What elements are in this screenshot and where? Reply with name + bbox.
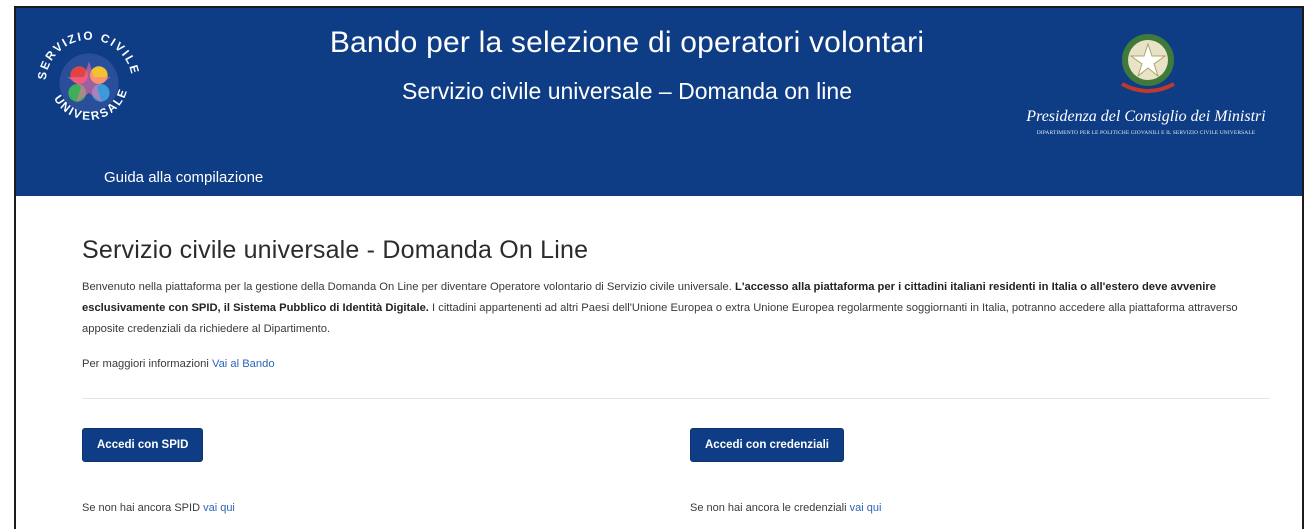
login-spid-button[interactable]: Accedi con SPID (82, 428, 204, 462)
government-department: DIPARTIMENTO PER LE POLITICHE GIOVANILI … (1036, 130, 1256, 136)
site-header: SERVIZIO CIVILE UNIVERSALE Bando per la … (16, 8, 1302, 196)
credentials-section: Accedi con credenziali Se non hai ancora… (690, 428, 881, 514)
intro-paragraph: Benvenuto nella piattaforma per la gesti… (82, 277, 1270, 340)
login-credentials-button[interactable]: Accedi con credenziali (690, 428, 844, 462)
main-content: Servizio civile universale - Domanda On … (82, 236, 1270, 370)
more-info: Per maggiori informazioni Vai al Bando (82, 358, 1270, 370)
government-name: Presidenza del Consiglio dei Ministri (1026, 108, 1266, 125)
credentials-hint: Se non hai ancora le credenziali vai qui (690, 502, 881, 514)
credentials-hint-text: Se non hai ancora le credenziali (690, 502, 850, 514)
italian-republic-emblem-icon (1121, 34, 1175, 93)
credentials-hint-link[interactable]: vai qui (850, 502, 882, 514)
spid-hint-text: Se non hai ancora SPID (82, 502, 204, 514)
spid-hint: Se non hai ancora SPID vai qui (82, 502, 235, 514)
app-frame: SERVIZIO CIVILE UNIVERSALE Bando per la … (14, 6, 1304, 529)
intro-text-1: Benvenuto nella piattaforma per la gesti… (82, 281, 735, 293)
vai-al-bando-link[interactable]: Vai al Bando (212, 358, 275, 370)
section-divider (82, 398, 1270, 399)
spid-section: Accedi con SPID Se non hai ancora SPID v… (82, 428, 235, 514)
page-header-subtitle: Servizio civile universale – Domanda on … (401, 78, 852, 104)
spid-hint-link[interactable]: vai qui (203, 502, 235, 514)
page-title: Servizio civile universale - Domanda On … (82, 236, 589, 264)
more-info-label: Per maggiori informazioni (82, 358, 212, 370)
page-header-title: Bando per la selezione di operatori volo… (329, 26, 925, 59)
nav-guide-link[interactable]: Guida alla compilazione (104, 169, 263, 186)
